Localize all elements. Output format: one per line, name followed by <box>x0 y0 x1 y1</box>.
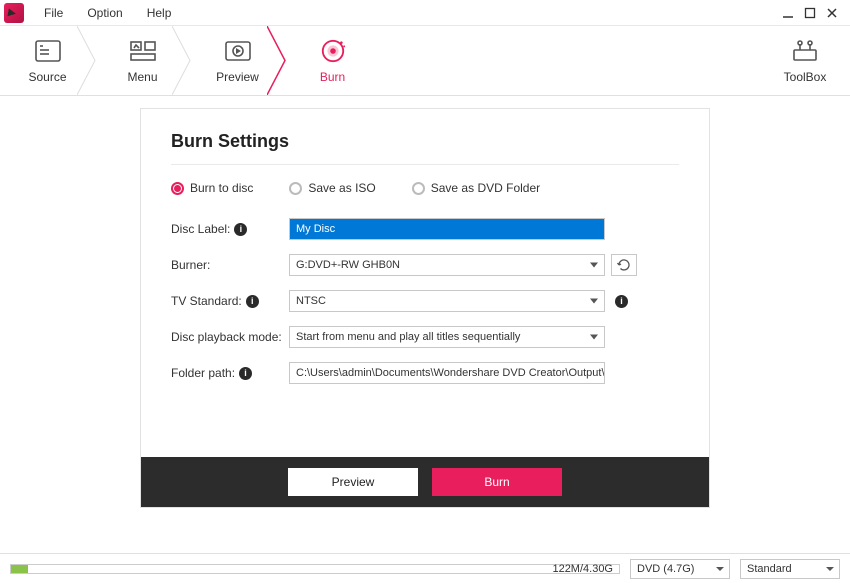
menu-file[interactable]: File <box>32 6 75 20</box>
info-icon[interactable]: i <box>239 367 252 380</box>
burn-button[interactable]: Burn <box>432 468 562 496</box>
burner-select[interactable]: G:DVD+-RW GHB0N <box>289 254 605 276</box>
preview-icon <box>225 38 251 64</box>
radio-burn-to-disc[interactable]: Burn to disc <box>171 181 253 195</box>
status-bar: 122M/4.30G DVD (4.7G) Standard <box>0 553 850 583</box>
radio-icon <box>171 182 184 195</box>
tv-standard-select[interactable]: NTSC <box>289 290 605 312</box>
info-icon[interactable]: i <box>615 295 628 308</box>
disc-usage-text: 122M/4.30G <box>552 563 613 575</box>
radio-save-iso-label: Save as ISO <box>308 181 375 195</box>
tab-source-label: Source <box>28 70 66 84</box>
radio-burn-to-disc-label: Burn to disc <box>190 181 253 195</box>
info-icon[interactable]: i <box>246 295 259 308</box>
menu-icon <box>130 38 156 64</box>
playback-mode-select[interactable]: Start from menu and play all titles sequ… <box>289 326 605 348</box>
tab-toolbox-label: ToolBox <box>784 70 827 84</box>
quality-select[interactable]: Standard <box>740 559 840 579</box>
disc-usage-fill <box>11 565 28 573</box>
tab-burn-label: Burn <box>320 70 345 84</box>
disc-usage-bar: 122M/4.30G <box>10 564 620 574</box>
panel-title: Burn Settings <box>141 109 709 164</box>
radio-icon <box>412 182 425 195</box>
window-controls <box>780 5 850 21</box>
menu-bar: File Option Help <box>0 0 850 26</box>
preview-button[interactable]: Preview <box>288 468 418 496</box>
tab-menu-label: Menu <box>127 70 157 84</box>
toolbox-icon <box>792 38 818 64</box>
folder-path-label: Folder path: i <box>171 366 289 380</box>
disc-type-select[interactable]: DVD (4.7G) <box>630 559 730 579</box>
refresh-burner-button[interactable] <box>611 254 637 276</box>
tab-burn[interactable]: Burn <box>285 26 380 95</box>
output-type-radios: Burn to disc Save as ISO Save as DVD Fol… <box>141 165 709 205</box>
disc-label-label: Disc Label: i <box>171 222 289 236</box>
burn-settings-panel: Burn Settings Burn to disc Save as ISO S… <box>140 108 710 508</box>
maximize-icon[interactable] <box>802 5 818 21</box>
tv-standard-label: TV Standard: i <box>171 294 289 308</box>
source-icon <box>35 38 61 64</box>
refresh-icon <box>617 258 631 272</box>
radio-save-iso[interactable]: Save as ISO <box>289 181 375 195</box>
tab-preview[interactable]: Preview <box>190 26 285 95</box>
radio-save-dvd-folder[interactable]: Save as DVD Folder <box>412 181 540 195</box>
tab-preview-label: Preview <box>216 70 259 84</box>
burner-label: Burner: <box>171 258 289 272</box>
app-logo-icon <box>4 3 24 23</box>
minimize-icon[interactable] <box>780 5 796 21</box>
info-icon[interactable]: i <box>234 223 247 236</box>
menu-help[interactable]: Help <box>135 6 184 20</box>
folder-path-field[interactable]: C:\Users\admin\Documents\Wondershare DVD… <box>289 362 605 384</box>
action-bar: Preview Burn <box>141 457 709 507</box>
main-nav: Source Menu Preview Burn ToolBox <box>0 26 850 96</box>
playback-mode-label: Disc playback mode: <box>171 330 289 344</box>
radio-save-dvd-folder-label: Save as DVD Folder <box>431 181 540 195</box>
menu-option[interactable]: Option <box>75 6 134 20</box>
radio-icon <box>289 182 302 195</box>
tab-source[interactable]: Source <box>0 26 95 95</box>
tab-menu[interactable]: Menu <box>95 26 190 95</box>
disc-label-input[interactable] <box>289 218 605 240</box>
close-icon[interactable] <box>824 5 840 21</box>
burn-icon <box>320 38 346 64</box>
tab-toolbox[interactable]: ToolBox <box>760 26 850 95</box>
